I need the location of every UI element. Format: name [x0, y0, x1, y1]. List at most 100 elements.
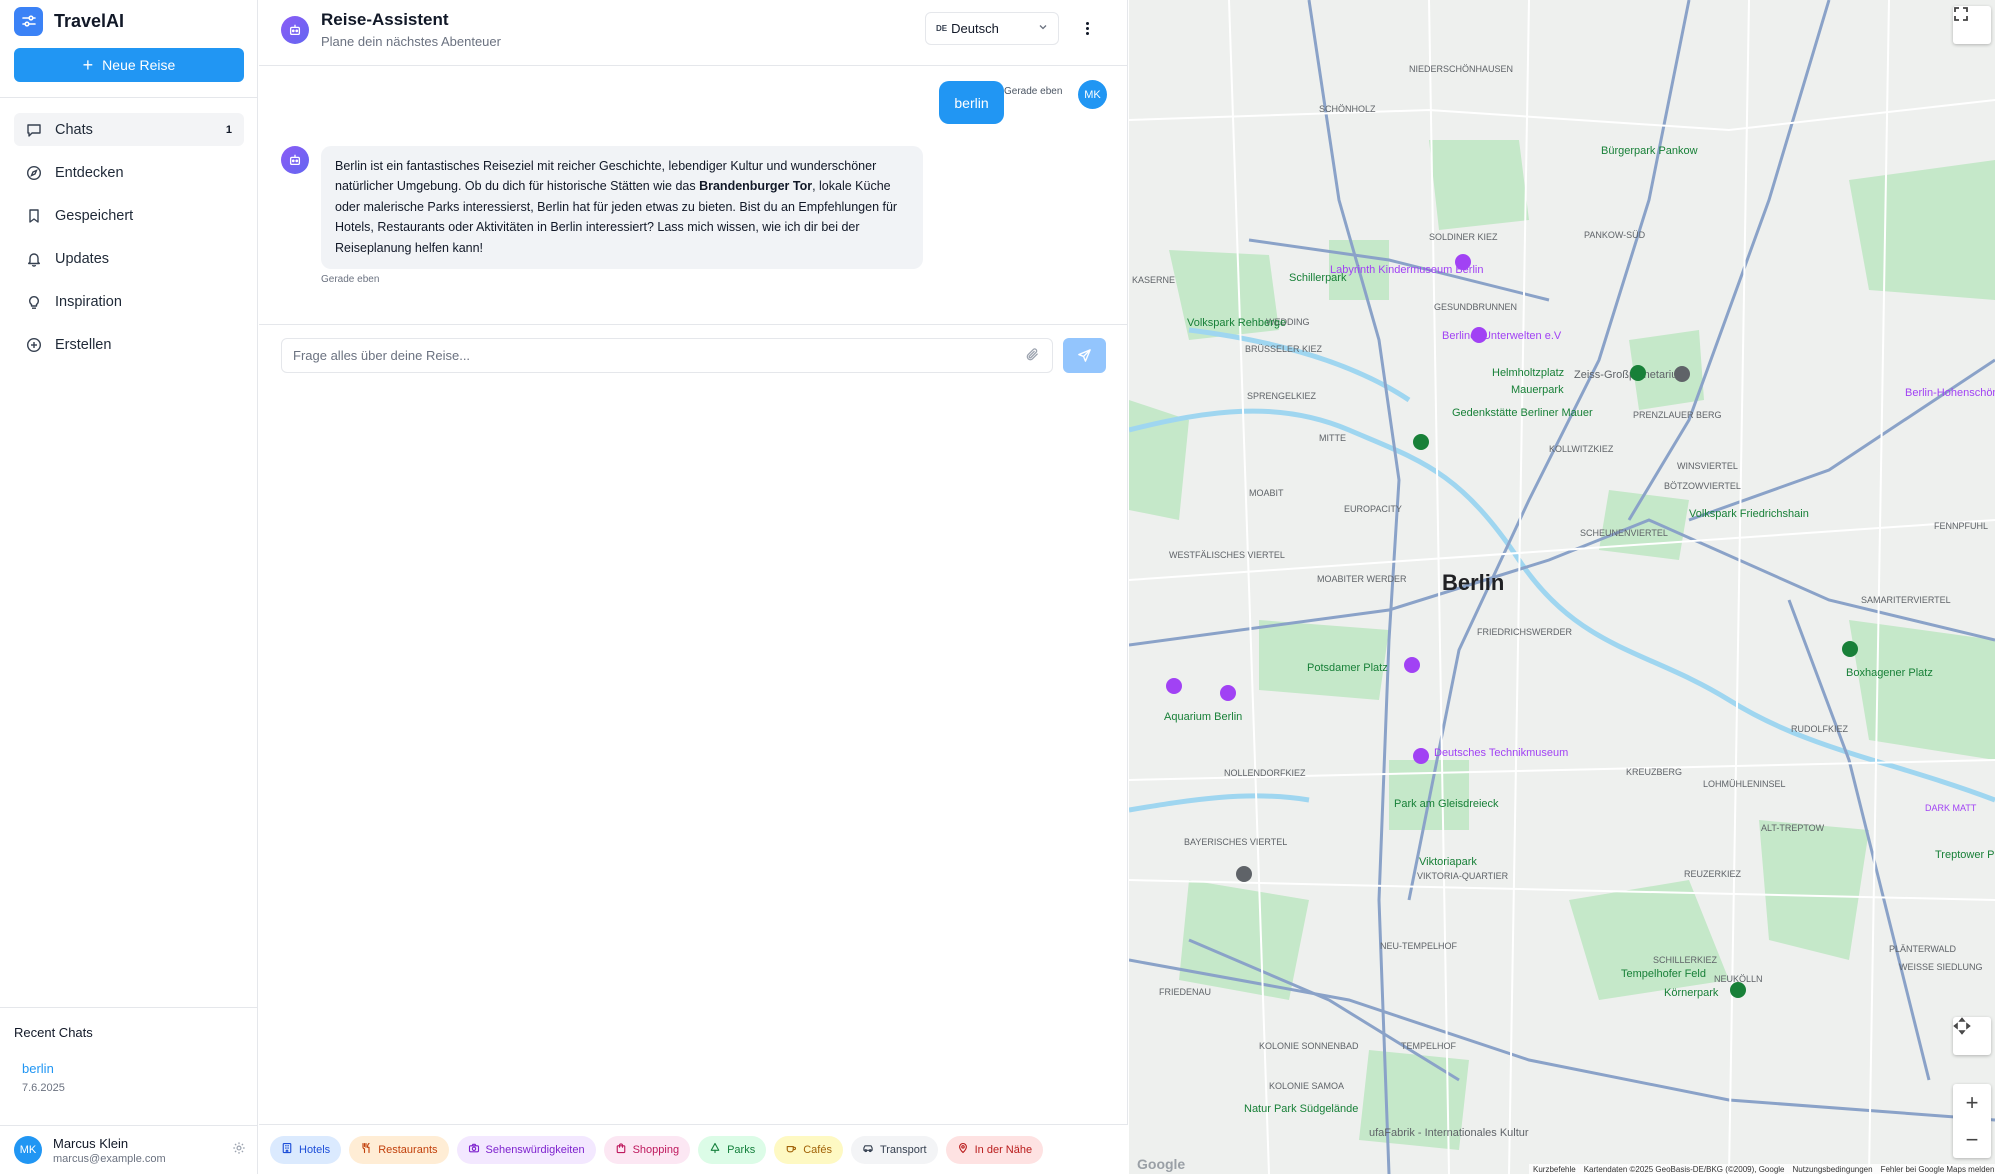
map[interactable]: Berlin SCHÖNHOLZ PANKOW-SÜD SOLDINER KIE… [1129, 0, 1995, 1174]
sidebar-item-inspiration[interactable]: Inspiration [14, 285, 244, 318]
category-chip-hotels[interactable]: Hotels [270, 1135, 342, 1164]
lightbulb-icon [25, 293, 43, 311]
map-district-label: TEMPELHOF [1401, 1041, 1457, 1051]
message-square-icon [25, 121, 43, 139]
map-pin-icon [1404, 657, 1420, 673]
language-select[interactable]: DE Deutsch [925, 12, 1059, 45]
category-chip-label: Sehenswürdigkeiten [485, 1143, 585, 1156]
recent-chats-heading: Recent Chats [14, 1025, 93, 1040]
map-major-roads [1129, 0, 1995, 1174]
map-district-label: ALT-TREPTOW [1761, 823, 1825, 833]
bell-icon [25, 250, 43, 268]
map-district-label: SPRENGELKIEZ [1247, 391, 1317, 401]
map-district-label: BRÜSSELER KIEZ [1245, 344, 1323, 354]
map-pin-icon [1220, 685, 1236, 701]
category-chip-transport[interactable]: Transport [850, 1135, 938, 1164]
map-poi-label: Helmholtzplatz [1492, 367, 1564, 379]
map-district-label: BÖTZOWVIERTEL [1664, 481, 1741, 491]
map-poi-label: Potsdamer Platz [1307, 662, 1388, 674]
category-chip-label: Cafés [803, 1143, 832, 1156]
map-district-label: RUDOLFKIEZ [1791, 724, 1849, 734]
map-footer-link[interactable]: Fehler bei Google Maps melden [1881, 1165, 1995, 1174]
sidebar-nav: Chats 1 Entdecken Gespeichert Updates In… [14, 113, 244, 371]
map-district-label: SCHEUNENVIERTEL [1580, 528, 1668, 538]
chat-input[interactable] [281, 338, 1053, 373]
category-chip-sehenswürdigkeiten[interactable]: Sehenswürdigkeiten [456, 1135, 596, 1164]
building-icon [281, 1142, 293, 1157]
map-district-label: NOLLENDORFKIEZ [1224, 768, 1306, 778]
recent-chat-item[interactable]: berlin 7.6.2025 [14, 1055, 244, 1099]
new-trip-button[interactable]: + Neue Reise [14, 48, 244, 82]
paperclip-icon[interactable] [1025, 347, 1040, 367]
user-profile: MK Marcus Klein marcus@example.com [14, 1135, 246, 1165]
divider [0, 97, 258, 98]
map-pin-icon [1455, 254, 1471, 270]
map-poi-label: Gedenkstätte Berliner Mauer [1452, 407, 1593, 419]
zoom-control: + − [1953, 1084, 1991, 1158]
fullscreen-icon [1954, 7, 1968, 21]
map-poi-label: Tempelhofer Feld [1621, 968, 1706, 980]
user-message-time: Gerade eben [1004, 86, 1063, 97]
map-poi-label: Mauerpark [1511, 384, 1564, 396]
map-footer-link[interactable]: Kurzbefehle [1533, 1165, 1576, 1174]
sidebar-item-entdecken[interactable]: Entdecken [14, 156, 244, 189]
user-email: marcus@example.com [53, 1152, 166, 1165]
map-poi-label: Zeiss-Großplanetarium [1574, 369, 1686, 381]
map-poi-label: Park am Gleisdreieck [1394, 798, 1499, 810]
divider [259, 324, 1128, 325]
google-logo: Google [1137, 1156, 1186, 1172]
map-district-label: FRIEDENAU [1159, 987, 1211, 997]
map-poi-label: Volkspark Rehberge [1187, 317, 1286, 329]
category-chip-parks[interactable]: Parks [698, 1135, 767, 1164]
map-district-label: SCHILLERKIEZ [1653, 955, 1718, 965]
map-district-label: KOLONIE SAMOA [1269, 1081, 1344, 1091]
bot-icon [281, 16, 309, 44]
map-pin-icon [1471, 327, 1487, 343]
car-icon [862, 1142, 874, 1157]
sidebar-item-label: Inspiration [55, 293, 122, 310]
map-district-label: DARK MATT [1925, 803, 1977, 813]
sidebar-item-updates[interactable]: Updates [14, 242, 244, 275]
map-canvas[interactable]: Berlin SCHÖNHOLZ PANKOW-SÜD SOLDINER KIE… [1129, 0, 1995, 1174]
map-district-label: KOLLWITZKIEZ [1549, 444, 1614, 454]
map-poi-label: Schillerpark [1289, 272, 1347, 284]
map-district-label: WESTFÄLISCHES VIERTEL [1169, 550, 1285, 560]
fullscreen-button[interactable] [1953, 6, 1991, 44]
chevron-down-icon [1038, 22, 1048, 35]
map-footer-link[interactable]: Nutzungsbedingungen [1793, 1165, 1873, 1174]
map-district-label: KOLONIE SONNENBAD [1259, 1041, 1359, 1051]
map-district-label: MITTE [1319, 433, 1346, 443]
map-district-label: PRENZLAUER BERG [1633, 410, 1722, 420]
sidebar-item-erstellen[interactable]: Erstellen [14, 328, 244, 361]
category-chip-label: Hotels [299, 1143, 331, 1156]
category-chip-shopping[interactable]: Shopping [603, 1135, 691, 1164]
new-trip-label: Neue Reise [102, 57, 176, 73]
page-subtitle: Plane dein nächstes Abenteuer [321, 34, 501, 49]
send-button[interactable] [1063, 338, 1106, 373]
map-city-label: Berlin [1442, 570, 1504, 595]
category-chip-restaurants[interactable]: Restaurants [349, 1135, 449, 1164]
plus-circle-icon [25, 336, 43, 354]
assistant-message-highlight: Brandenburger Tor [699, 179, 813, 194]
recent-chat-title: berlin [22, 1061, 54, 1076]
compass-icon [25, 164, 43, 182]
map-pin-icon [1413, 748, 1429, 764]
sidebar-item-label: Chats [55, 121, 93, 138]
sidebar-item-gespeichert[interactable]: Gespeichert [14, 199, 244, 232]
user-message: berlin [939, 81, 1004, 124]
map-camera-control-button[interactable] [1953, 1017, 1991, 1055]
zoom-out-button[interactable]: − [1953, 1121, 1991, 1158]
page-title: Reise-Assistent [321, 10, 449, 29]
category-chip-caf-s[interactable]: Cafés [774, 1135, 843, 1164]
zoom-in-button[interactable]: + [1953, 1084, 1991, 1121]
map-poi-label: Natur Park Südgelände [1244, 1103, 1358, 1115]
map-district-label: NIEDERSCHÖNHAUSEN [1409, 64, 1513, 74]
map-district-label: FENNPFUHL [1934, 521, 1988, 531]
user-name: Marcus Klein [53, 1135, 129, 1151]
gear-icon[interactable] [232, 1141, 246, 1160]
sidebar-item-chats[interactable]: Chats 1 [14, 113, 244, 146]
map-district-label: NEU-TEMPELHOF [1380, 941, 1458, 951]
category-chip-in-der-nähe[interactable]: In der Nähe [945, 1135, 1044, 1164]
map-district-label: PLÄNTERWALD [1889, 944, 1957, 954]
more-vertical-icon[interactable] [1076, 16, 1098, 40]
